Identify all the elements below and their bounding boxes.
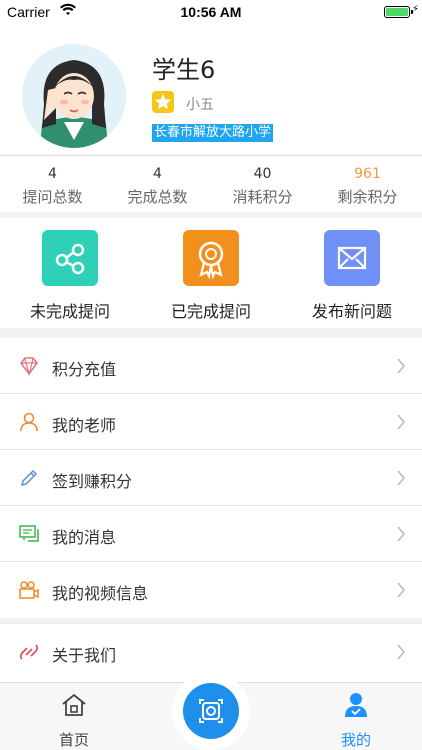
clock: 10:56 AM (180, 4, 242, 20)
menu-list: 积分充值 我的老师 签到赚积分 我的消息 我的视频信息 (0, 338, 422, 618)
chevron-right-icon (397, 414, 406, 430)
diamond-icon (20, 357, 38, 377)
quick-actions: 未完成提问 已完成提问 发布新问题 (0, 218, 422, 328)
status-bar: Carrier 10:56 AM ⚡ (0, 0, 422, 24)
profile-header: 学生6 小五 长春市解放大路小学 (0, 24, 422, 154)
stat-label: 完成总数 (127, 188, 188, 206)
chevron-right-icon (397, 644, 406, 660)
finished-questions-button[interactable]: 已完成提问 (141, 230, 281, 322)
camera-icon (183, 683, 239, 739)
camera-button[interactable] (172, 672, 250, 750)
chevron-right-icon (397, 526, 406, 542)
menu-item-checkin[interactable]: 签到赚积分 (0, 450, 422, 506)
stat-value: 40 (253, 166, 272, 182)
menu-label: 我的消息 (52, 528, 117, 547)
tab-mine[interactable]: 我的 (306, 691, 406, 750)
battery-icon (384, 6, 413, 18)
tab-label: 我的 (340, 731, 371, 749)
share-icon (42, 230, 98, 286)
unfinished-questions-button[interactable]: 未完成提问 (0, 230, 140, 322)
tab-label: 首页 (58, 731, 89, 749)
action-label: 已完成提问 (170, 302, 251, 321)
home-icon (62, 693, 86, 716)
stat-total-questions[interactable]: 4 提问总数 (0, 156, 105, 207)
tab-home[interactable]: 首页 (24, 691, 124, 750)
student-name: 学生6 (152, 56, 216, 84)
action-label: 未完成提问 (29, 302, 110, 321)
stat-label: 提问总数 (22, 188, 83, 206)
menu-item-recharge[interactable]: 积分充值 (0, 338, 422, 394)
star-badge-icon (152, 91, 174, 113)
stat-completed[interactable]: 4 完成总数 (105, 156, 210, 207)
menu-label: 我的老师 (52, 416, 117, 435)
chevron-right-icon (397, 582, 406, 598)
grade-label: 小五 (186, 97, 214, 113)
stat-label: 消耗积分 (232, 188, 293, 206)
message-icon (19, 525, 39, 542)
menu-label: 签到赚积分 (52, 472, 133, 491)
action-label: 发布新问题 (311, 302, 392, 321)
menu-item-messages[interactable]: 我的消息 (0, 506, 422, 562)
menu-item-my-videos[interactable]: 我的视频信息 (0, 562, 422, 618)
mail-icon (324, 230, 380, 286)
stat-value: 4 (48, 166, 57, 182)
pencil-icon (20, 469, 38, 487)
link-icon (19, 644, 39, 660)
chevron-right-icon (397, 358, 406, 374)
stat-points-used[interactable]: 40 消耗积分 (210, 156, 315, 207)
post-question-button[interactable]: 发布新问题 (282, 230, 422, 322)
stat-value: 961 (354, 166, 381, 182)
stats-bar: 4 提问总数 4 完成总数 40 消耗积分 961 剩余积分 (0, 155, 422, 212)
chevron-right-icon (397, 470, 406, 486)
stat-value: 4 (153, 166, 162, 182)
person-icon (20, 412, 38, 432)
menu-label: 我的视频信息 (52, 584, 149, 603)
avatar-illustration (22, 44, 126, 148)
school-badge: 长春市解放大路小学 (152, 124, 274, 142)
menu-label: 积分充值 (52, 360, 117, 379)
award-icon (183, 230, 239, 286)
avatar[interactable] (22, 44, 126, 148)
video-icon (19, 581, 39, 599)
user-icon (345, 693, 367, 717)
stat-points-remaining[interactable]: 961 剩余积分 (315, 156, 420, 207)
stat-label: 剩余积分 (337, 188, 398, 206)
menu-label: 关于我们 (52, 646, 117, 665)
menu-item-my-teachers[interactable]: 我的老师 (0, 394, 422, 450)
charging-icon: ⚡ (411, 4, 419, 15)
